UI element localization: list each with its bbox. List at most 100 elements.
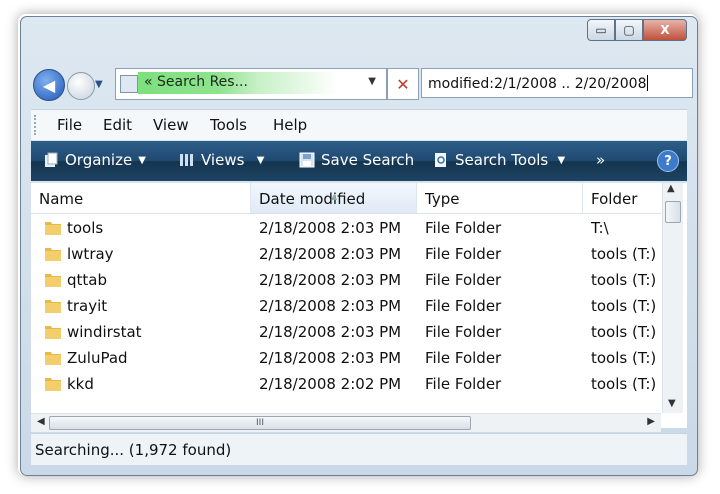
address-progress: « Search Res... <box>138 72 338 94</box>
history-dropdown-icon[interactable]: ▼ <box>95 79 103 90</box>
vertical-scrollbar[interactable]: ▲ ▼ <box>662 183 683 413</box>
file-type: File Folder <box>425 375 502 393</box>
file-list: Name ▲ Date modified Type Folder tools 2/… <box>31 183 687 432</box>
save-search-label: Save Search <box>321 151 415 169</box>
file-folder: T:\ <box>591 219 609 237</box>
scroll-down-icon[interactable]: ▼ <box>668 398 676 409</box>
folder-icon <box>45 248 61 261</box>
command-bar: Organize ▼ Views ▼ Save Search Search Too… <box>31 141 687 181</box>
table-row[interactable]: tools 2/18/2008 2:03 PM File Folder T:\ <box>31 215 661 241</box>
column-date-modified[interactable]: ▲ Date modified <box>251 183 417 213</box>
search-query-text: modified:2/1/2008 .. 2/20/2008 <box>428 76 647 92</box>
scroll-right-icon[interactable]: ▶ <box>647 416 655 427</box>
organize-label: Organize <box>65 151 133 169</box>
file-name[interactable]: kkd <box>67 375 94 393</box>
menu-view[interactable]: View <box>153 116 189 134</box>
table-row[interactable]: windirstat 2/18/2008 2:03 PM File Folder to… <box>31 319 661 345</box>
views-icon <box>180 154 193 166</box>
table-row[interactable]: ZuluPad 2/18/2008 2:03 PM File Folder tools… <box>31 345 661 371</box>
file-name[interactable]: tools <box>67 219 103 237</box>
menu-bar: File Edit View Tools Help <box>31 109 687 140</box>
vertical-scroll-thumb[interactable] <box>665 201 681 223</box>
organize-icon <box>45 152 58 167</box>
search-folder-icon <box>120 75 138 93</box>
save-disk-icon <box>299 152 315 168</box>
file-folder: tools (T:) <box>591 245 657 263</box>
column-date-modified-label: Date modified <box>259 190 366 208</box>
back-arrow-icon: ◀ <box>42 75 56 95</box>
views-dropdown-icon: ▼ <box>250 154 265 166</box>
file-date: 2/18/2008 2:03 PM <box>259 219 402 237</box>
menu-help[interactable]: Help <box>273 116 307 134</box>
table-row[interactable]: qttab 2/18/2008 2:03 PM File Folder tools (… <box>31 267 661 293</box>
back-button[interactable]: ◀ <box>33 69 65 101</box>
search-tools-button[interactable]: Search Tools ▼ <box>433 151 565 169</box>
table-row[interactable]: lwtray 2/18/2008 2:03 PM File Folder tools … <box>31 241 661 267</box>
file-date: 2/18/2008 2:03 PM <box>259 297 402 315</box>
address-breadcrumb[interactable]: « Search Res... <box>144 74 248 90</box>
navigation-bar: ◀ ▼ « Search Res... ▼ ✕ modified:2/1/200… <box>33 67 693 103</box>
file-name[interactable]: ZuluPad <box>67 349 128 367</box>
column-type[interactable]: Type <box>417 183 583 213</box>
forward-button[interactable] <box>67 72 95 100</box>
views-button[interactable]: Views ▼ <box>179 151 264 169</box>
scroll-up-icon[interactable]: ▲ <box>667 183 675 194</box>
organize-button[interactable]: Organize ▼ <box>43 151 146 169</box>
scroll-left-icon[interactable]: ◀ <box>37 416 45 427</box>
file-folder: tools (T:) <box>591 297 657 315</box>
file-folder: tools (T:) <box>591 349 657 367</box>
table-row[interactable]: trayit 2/18/2008 2:03 PM File Folder tools … <box>31 293 661 319</box>
maximize-button[interactable]: ▢ <box>615 19 643 41</box>
column-name[interactable]: Name <box>31 183 251 213</box>
caption-buttons: ▭ ▢ X <box>587 19 687 43</box>
folder-icon <box>45 326 61 339</box>
file-date: 2/18/2008 2:03 PM <box>259 349 402 367</box>
column-folder[interactable]: Folder <box>583 183 661 213</box>
file-folder: tools (T:) <box>591 375 657 393</box>
folder-icon <box>45 300 61 313</box>
file-name[interactable]: lwtray <box>67 245 114 263</box>
horizontal-scrollbar[interactable]: ◀ III ▶ <box>31 413 661 432</box>
folder-icon <box>45 222 61 235</box>
menu-tools[interactable]: Tools <box>210 116 247 134</box>
search-tools-icon <box>435 153 446 167</box>
file-name[interactable]: windirstat <box>67 323 142 341</box>
horizontal-scroll-thumb[interactable]: III <box>49 416 471 430</box>
search-tools-dropdown-icon: ▼ <box>554 154 566 166</box>
file-date: 2/18/2008 2:03 PM <box>259 245 402 263</box>
folder-icon <box>45 274 61 287</box>
search-input[interactable]: modified:2/1/2008 .. 2/20/2008 <box>421 68 693 98</box>
stop-search-button[interactable]: ✕ <box>387 68 419 100</box>
sort-indicator-icon: ▲ <box>331 192 338 201</box>
table-row[interactable]: kkd 2/18/2008 2:02 PM File Folder tools (T:… <box>31 371 661 397</box>
column-header: Name ▲ Date modified Type Folder <box>31 183 661 214</box>
address-dropdown-icon[interactable]: ▼ <box>368 76 376 87</box>
file-type: File Folder <box>425 245 502 263</box>
menu-grip <box>34 115 39 135</box>
text-caret <box>647 75 649 91</box>
more-commands-button[interactable]: » <box>596 151 605 169</box>
menu-edit[interactable]: Edit <box>103 116 132 134</box>
address-bar[interactable]: « Search Res... ▼ <box>115 68 387 100</box>
save-search-button[interactable]: Save Search <box>299 151 414 169</box>
folder-icon <box>45 378 61 391</box>
help-icon[interactable]: ? <box>657 150 679 172</box>
views-label: Views <box>201 151 245 169</box>
file-type: File Folder <box>425 219 502 237</box>
file-date: 2/18/2008 2:03 PM <box>259 323 402 341</box>
organize-dropdown-icon: ▼ <box>138 154 146 166</box>
file-name[interactable]: trayit <box>67 297 107 315</box>
file-folder: tools (T:) <box>591 271 657 289</box>
search-tools-label: Search Tools <box>455 151 549 169</box>
file-type: File Folder <box>425 349 502 367</box>
explorer-window: ▭ ▢ X ◀ ▼ « Search Res... ▼ ✕ modified:2… <box>20 16 698 476</box>
menu-file[interactable]: File <box>57 116 82 134</box>
file-name[interactable]: qttab <box>67 271 107 289</box>
close-button[interactable]: X <box>643 19 687 41</box>
file-folder: tools (T:) <box>591 323 657 341</box>
minimize-button[interactable]: ▭ <box>587 19 615 41</box>
status-bar: Searching... (1,972 found) <box>31 433 687 465</box>
folder-icon <box>45 352 61 365</box>
file-date: 2/18/2008 2:03 PM <box>259 271 402 289</box>
file-type: File Folder <box>425 271 502 289</box>
